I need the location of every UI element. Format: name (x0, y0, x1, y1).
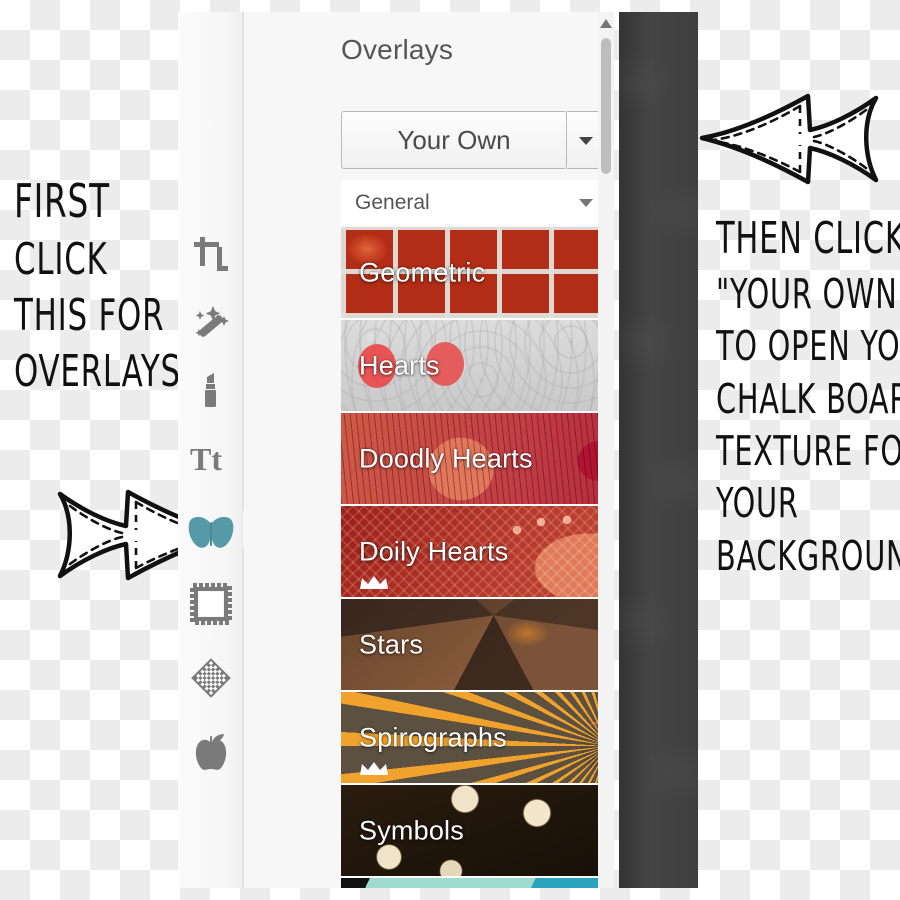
list-item[interactable]: Geometric (341, 227, 614, 318)
list-item[interactable]: Symbols (341, 785, 614, 876)
category-select-value: General (355, 191, 430, 214)
annotation-line: background (716, 531, 900, 580)
crop-icon (194, 237, 228, 271)
list-item[interactable] (341, 878, 614, 888)
annotation-line: Overlays (14, 346, 181, 398)
right-annotation-text: Then click "Your own" to open your chalk… (716, 212, 900, 582)
texture-diamond-icon (191, 658, 231, 698)
svg-text:Tt: Tt (190, 441, 222, 477)
photo-editor-window: Tt Overlays Your Own General Geometric H… (178, 12, 614, 888)
butterfly-icon (188, 516, 234, 548)
list-item[interactable]: Doily Hearts (341, 506, 614, 597)
list-item[interactable]: Hearts (341, 320, 614, 411)
sidebar-item-touch-up-tool[interactable] (178, 356, 244, 424)
frame-icon (190, 583, 232, 625)
sidebar-item-crop-tool[interactable] (178, 220, 244, 288)
chevron-down-icon (579, 199, 593, 207)
annotation-line: to open your (716, 322, 900, 371)
category-select[interactable]: General (341, 180, 606, 226)
annotation-line: Then click (716, 214, 900, 264)
magic-wand-icon (195, 306, 229, 337)
chevron-down-icon (579, 137, 593, 145)
list-item-label: Geometric (359, 257, 486, 287)
annotation-line: First (14, 174, 110, 228)
dark-background-strip (619, 12, 698, 888)
right-hand-drawn-arrow-icon (699, 93, 879, 185)
panel-scrollbar[interactable] (598, 12, 614, 888)
your-own-button[interactable]: Your Own (341, 111, 567, 169)
sidebar-item-textures-tool[interactable] (178, 644, 244, 712)
list-item[interactable]: Stars (341, 599, 614, 690)
sidebar-item-overlays-tool[interactable] (178, 499, 244, 567)
lipstick-icon (205, 373, 216, 407)
list-item-label: Stars (359, 629, 424, 659)
list-item-label: Hearts (359, 350, 440, 380)
page-title: Overlays (341, 34, 454, 65)
sidebar-item-text-tool[interactable]: Tt (178, 424, 244, 492)
sidebar-item-frames-tool[interactable] (178, 570, 244, 638)
sidebar-item-effects-tool[interactable] (178, 288, 244, 356)
apple-icon (195, 734, 227, 770)
list-item-label: Symbols (359, 815, 464, 845)
list-item[interactable]: Doodly Hearts (341, 413, 614, 504)
annotation-line: "Your own" (716, 269, 900, 318)
list-item-label: Doily Hearts (359, 536, 509, 566)
annotation-line: click (14, 233, 108, 285)
scrollbar-thumb[interactable] (601, 38, 611, 174)
list-item[interactable]: Spirographs (341, 692, 614, 783)
overlay-thumbnail (341, 878, 614, 888)
list-item-label: Spirographs (359, 722, 507, 752)
overlays-panel: Overlays Your Own General Geometric Hear… (244, 12, 614, 888)
crown-icon (360, 576, 388, 589)
annotation-line: this for (14, 290, 165, 341)
tool-sidebar: Tt (178, 12, 259, 888)
sidebar-item-seasonal-tool[interactable] (178, 718, 244, 786)
left-annotation-text: First click this for Overlays (14, 172, 181, 401)
annotation-line: chalk board (716, 374, 900, 423)
your-own-button-label: Your Own (397, 124, 511, 155)
text-tt-icon: Tt (190, 441, 222, 477)
annotation-line: texture for (716, 427, 900, 476)
annotation-line: your (716, 479, 799, 528)
triangle-up-icon[interactable] (600, 19, 612, 28)
overlay-category-list[interactable]: Geometric Hearts Doodly Hearts Doily Hea… (341, 227, 614, 888)
list-item-label: Doodly Hearts (359, 443, 533, 473)
crown-icon (360, 762, 388, 775)
